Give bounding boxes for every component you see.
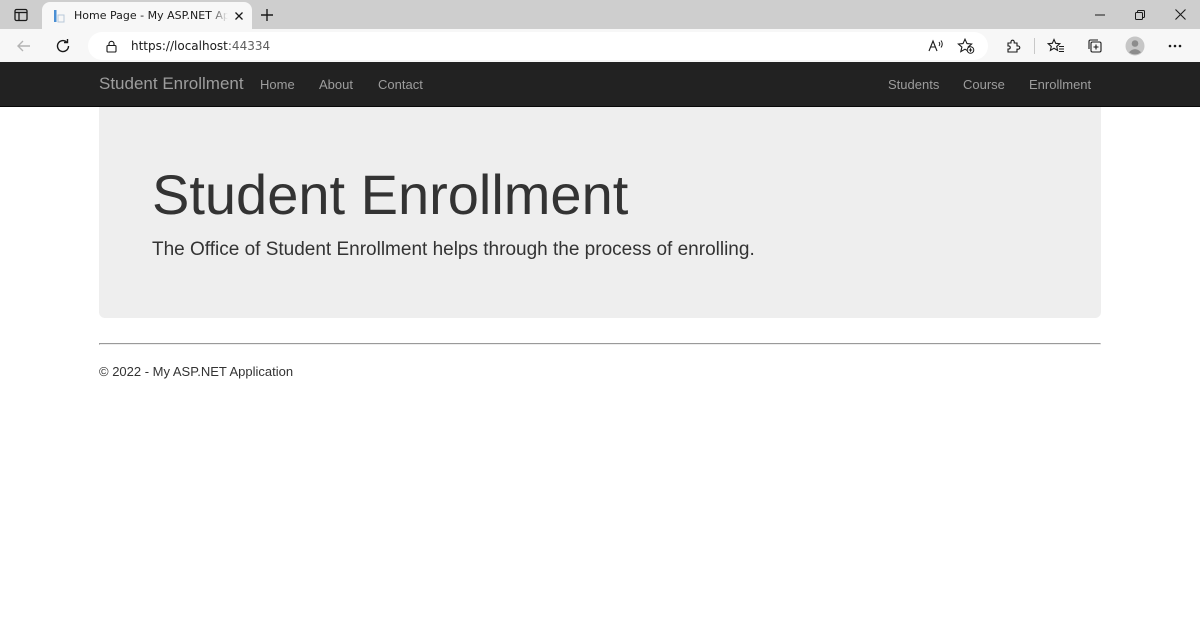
- close-icon: [235, 11, 243, 20]
- back-arrow-icon: [17, 40, 30, 52]
- close-icon: [1174, 9, 1186, 20]
- page-favicon: [52, 8, 68, 24]
- favorites-icon: [1047, 38, 1064, 52]
- close-window-button[interactable]: [1160, 0, 1200, 29]
- nav-home[interactable]: Home: [260, 77, 295, 92]
- restore-button[interactable]: [1120, 0, 1160, 29]
- browser-tabstrip: Home Page - My ASP.NET Application: [0, 0, 1200, 29]
- more-options-button[interactable]: [1161, 32, 1189, 60]
- address-bar[interactable]: https://localhost:44334: [88, 32, 988, 60]
- nav-students[interactable]: Students: [888, 77, 939, 92]
- minimize-icon: [1095, 14, 1105, 15]
- puzzle-icon: [1007, 39, 1021, 53]
- plus-icon: [261, 9, 273, 21]
- navbar-brand[interactable]: Student Enrollment: [99, 74, 244, 94]
- lock-icon[interactable]: [103, 38, 119, 54]
- refresh-button[interactable]: [49, 32, 77, 60]
- restore-icon: [1135, 9, 1145, 20]
- star-add-icon: [957, 38, 975, 54]
- footer-copyright: © 2022 - My ASP.NET Application: [99, 364, 294, 379]
- page-title: Student Enrollment: [152, 163, 629, 226]
- ellipsis-icon: [1168, 44, 1182, 48]
- back-button[interactable]: [10, 32, 38, 60]
- url-text[interactable]: https://localhost:44334: [131, 39, 270, 53]
- avatar-icon: [1125, 36, 1145, 56]
- tab-title: Home Page - My ASP.NET Application: [74, 9, 228, 22]
- favorites-button[interactable]: [1042, 32, 1070, 60]
- collections-button[interactable]: [1081, 32, 1109, 60]
- lead-text: The Office of Student Enrollment helps t…: [152, 239, 755, 260]
- extensions-button[interactable]: [999, 32, 1027, 60]
- jumbotron: Student Enrollment The Office of Student…: [99, 107, 1101, 318]
- new-tab-button[interactable]: [256, 4, 278, 26]
- tab-actions-button[interactable]: [8, 4, 34, 26]
- footer-divider: [99, 343, 1101, 345]
- nav-about[interactable]: About: [319, 77, 353, 92]
- browser-tab-active[interactable]: Home Page - My ASP.NET Application: [42, 2, 252, 29]
- url-host: https://localhost: [131, 39, 228, 53]
- read-aloud-button[interactable]: [926, 36, 946, 56]
- nav-course[interactable]: Course: [963, 77, 1005, 92]
- read-aloud-icon: [928, 39, 943, 52]
- nav-enrollment[interactable]: Enrollment: [1029, 77, 1091, 92]
- site-navbar: Student Enrollment Home About Contact St…: [0, 62, 1200, 107]
- url-port: :44334: [227, 39, 271, 53]
- collections-icon: [1088, 39, 1102, 53]
- nav-contact[interactable]: Contact: [378, 77, 423, 92]
- browser-toolbar: https://localhost:44334: [0, 29, 1200, 62]
- add-favorite-button[interactable]: [956, 36, 976, 56]
- tab-actions-icon: [14, 8, 28, 22]
- toolbar-divider: [1034, 38, 1035, 54]
- tab-close-button[interactable]: [230, 7, 248, 25]
- minimize-button[interactable]: [1080, 0, 1120, 29]
- refresh-icon: [56, 39, 70, 53]
- profile-button[interactable]: [1121, 32, 1149, 60]
